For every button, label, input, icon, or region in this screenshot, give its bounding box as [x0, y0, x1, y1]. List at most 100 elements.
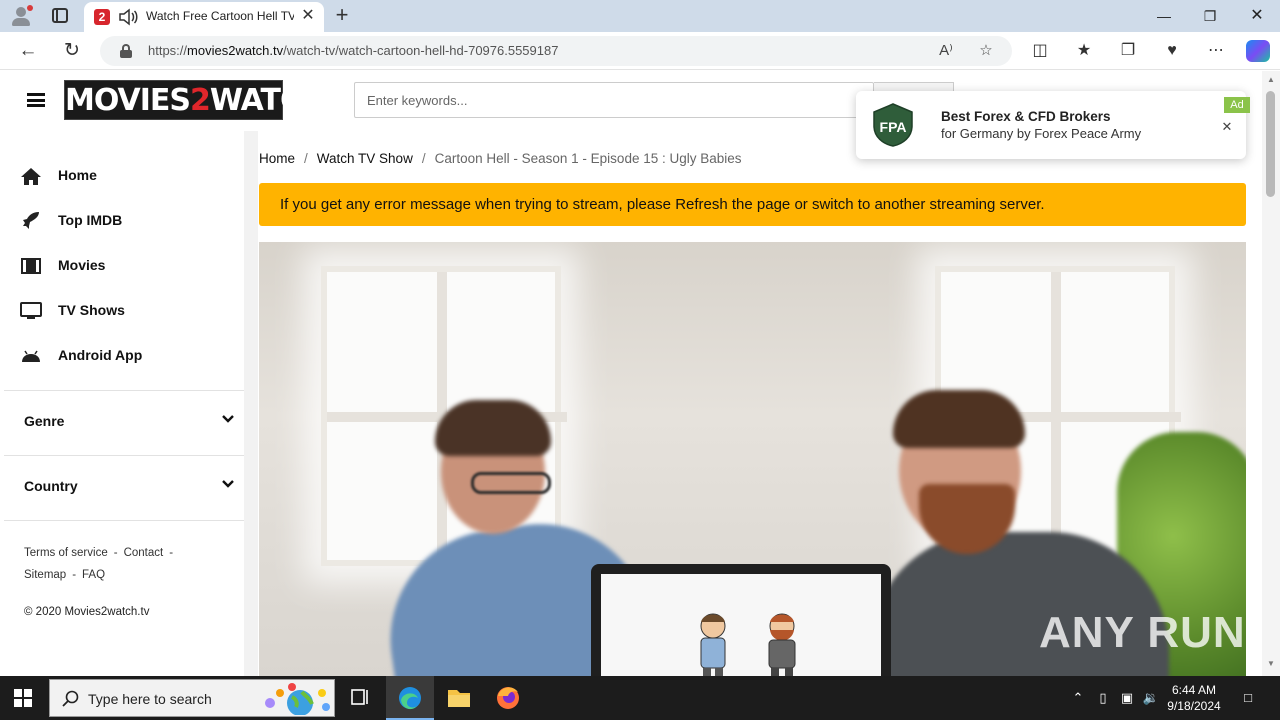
profile-icon[interactable]	[10, 5, 34, 27]
footer-link-sitemap[interactable]: Sitemap	[24, 569, 66, 581]
chevron-down-icon	[222, 415, 234, 423]
sidebar-item-android-app[interactable]: Android App	[4, 336, 244, 376]
tv-icon	[20, 302, 42, 319]
notifications-icon[interactable]: □	[1238, 688, 1258, 708]
video-player[interactable]: ANY RUN	[259, 242, 1246, 676]
new-tab-button[interactable]: +	[332, 4, 352, 26]
restore-icon[interactable]: ❐	[1200, 6, 1220, 26]
genre-dropdown[interactable]: Genre	[4, 391, 244, 451]
scroll-thumb[interactable]	[1266, 91, 1275, 197]
minimize-icon[interactable]: —	[1154, 6, 1174, 26]
url-text[interactable]: https://movies2watch.tv/watch-tv/watch-c…	[148, 43, 558, 58]
breadcrumb-home[interactable]: Home	[259, 151, 295, 166]
country-label: Country	[24, 478, 78, 494]
video-frame-monitor	[591, 564, 891, 676]
volume-icon[interactable]: 🔉	[1141, 688, 1161, 708]
network-icon[interactable]: ▣	[1117, 688, 1137, 708]
ad-subtitle[interactable]: for Germany by Forex Peace Army	[941, 126, 1141, 141]
video-frame-person	[471, 472, 551, 494]
sidebar-gutter	[244, 131, 258, 676]
file-explorer-icon[interactable]	[435, 676, 483, 720]
sidebar-item-tv-shows[interactable]: TV Shows	[4, 291, 244, 331]
firefox-icon[interactable]	[484, 676, 532, 720]
tab-actions-icon[interactable]	[52, 8, 68, 23]
edge-taskbar-icon[interactable]	[386, 676, 434, 720]
footer-link-faq[interactable]: FAQ	[82, 569, 105, 581]
breadcrumb-separator: /	[304, 151, 308, 166]
ad-close-icon[interactable]: ✕	[1220, 120, 1234, 134]
site-favicon-icon: 2	[94, 9, 110, 25]
scroll-up-icon[interactable]: ▲	[1266, 75, 1276, 85]
favorites-icon[interactable]: ★	[1073, 40, 1095, 62]
search-input[interactable]	[354, 82, 874, 118]
collections-icon[interactable]: ❐	[1117, 40, 1139, 62]
active-tab[interactable]: 2 Watch Free Cartoon Hell TV ✕	[84, 2, 324, 32]
refresh-icon[interactable]: ↻	[61, 40, 83, 62]
video-frame-person	[893, 390, 1025, 448]
clock-date: 9/18/2024	[1167, 699, 1221, 713]
ad-popup[interactable]: FPA Best Forex & CFD Brokers for Germany…	[856, 91, 1250, 159]
home-icon	[21, 168, 41, 185]
film-icon	[21, 258, 41, 274]
browser-essentials-icon[interactable]: ♥	[1161, 40, 1183, 62]
copyright: © 2020 Movies2watch.tv	[24, 606, 150, 618]
breadcrumb-watch-tv-show[interactable]: Watch TV Show	[317, 151, 413, 166]
breadcrumb: Home / Watch TV Show / Cartoon Hell - Season…	[259, 151, 742, 166]
svg-text:FPA: FPA	[880, 119, 907, 135]
footer-links: Terms of service - Contact - Sitemap - FAQ	[24, 542, 234, 586]
country-dropdown[interactable]: Country	[4, 456, 244, 516]
page-scrollbar[interactable]: ▲ ▼	[1262, 71, 1280, 676]
address-bar[interactable]: https://movies2watch.tv/watch-tv/watch-c…	[100, 36, 1012, 66]
breadcrumb-separator: /	[421, 151, 426, 166]
sidebar-item-label: Home	[58, 167, 97, 183]
ad-title[interactable]: Best Forex & CFD Brokers	[941, 109, 1111, 124]
clock-time: 6:44 AM	[1171, 683, 1217, 697]
footer-separator: -	[72, 569, 77, 581]
tab-close-icon[interactable]: ✕	[300, 8, 316, 24]
genre-label: Genre	[24, 413, 65, 429]
stream-error-notice: If you get any error message when trying…	[259, 183, 1246, 226]
sidebar-item-movies[interactable]: Movies	[4, 246, 244, 286]
browser-tab-bar: 2 Watch Free Cartoon Hell TV ✕ + — ❐ ✕	[0, 0, 1280, 32]
web-page: MOVIES2WATCH Home Top IMDB Movies TV Sho…	[0, 71, 1262, 676]
windows-start-icon[interactable]	[14, 689, 32, 707]
taskbar-search-box[interactable]: Type here to search	[49, 679, 335, 717]
search-highlight-icon	[265, 683, 330, 715]
windows-taskbar: Type here to search ⌃ ▯ ▣ 🔉 6:44 AM 9/18…	[0, 676, 1280, 720]
favorite-star-icon[interactable]: ☆	[976, 41, 996, 61]
back-icon[interactable]: ←	[17, 40, 39, 62]
cartoon-character	[700, 613, 726, 676]
copilot-icon[interactable]	[1246, 40, 1270, 62]
search-icon	[62, 690, 79, 707]
read-aloud-icon[interactable]: A⁾	[936, 41, 956, 61]
audio-icon[interactable]	[118, 8, 138, 26]
taskbar-clock[interactable]: 6:44 AM 9/18/2024	[1160, 682, 1228, 714]
tray-overflow-icon[interactable]: ⌃	[1068, 688, 1088, 708]
close-window-icon[interactable]: ✕	[1247, 6, 1267, 26]
sidebar-item-label: Android App	[58, 347, 143, 363]
scroll-down-icon[interactable]: ▼	[1266, 659, 1276, 669]
network-status-icon[interactable]: ▯	[1093, 688, 1113, 708]
footer-separator: -	[169, 547, 174, 559]
lock-icon[interactable]	[120, 44, 132, 58]
sidebar-item-top-imdb[interactable]: Top IMDB	[4, 201, 244, 241]
sidebar-item-home[interactable]: Home	[4, 156, 244, 196]
task-view-icon[interactable]	[336, 676, 384, 720]
footer-link-terms[interactable]: Terms of service	[24, 547, 108, 559]
taskbar-search-placeholder: Type here to search	[88, 691, 212, 707]
sidebar-item-label: Top IMDB	[58, 212, 123, 228]
sidebar-item-label: TV Shows	[58, 302, 125, 318]
cartoon-character	[768, 613, 796, 676]
chevron-down-icon	[222, 480, 234, 488]
video-frame-person	[435, 400, 551, 456]
split-screen-icon[interactable]: ◫	[1029, 40, 1051, 62]
sidebar-divider	[4, 520, 244, 521]
sidebar-item-label: Movies	[58, 257, 106, 273]
footer-link-contact[interactable]: Contact	[124, 547, 164, 559]
hamburger-menu-icon[interactable]	[27, 93, 45, 107]
anyrun-watermark: ANY RUN	[1039, 608, 1246, 657]
rocket-icon	[23, 212, 39, 229]
site-logo[interactable]: MOVIES2WATCH	[64, 80, 326, 120]
more-icon[interactable]: ⋯	[1205, 40, 1227, 62]
browser-toolbar: ← ↻ https://movies2watch.tv/watch-tv/wat…	[0, 32, 1280, 70]
